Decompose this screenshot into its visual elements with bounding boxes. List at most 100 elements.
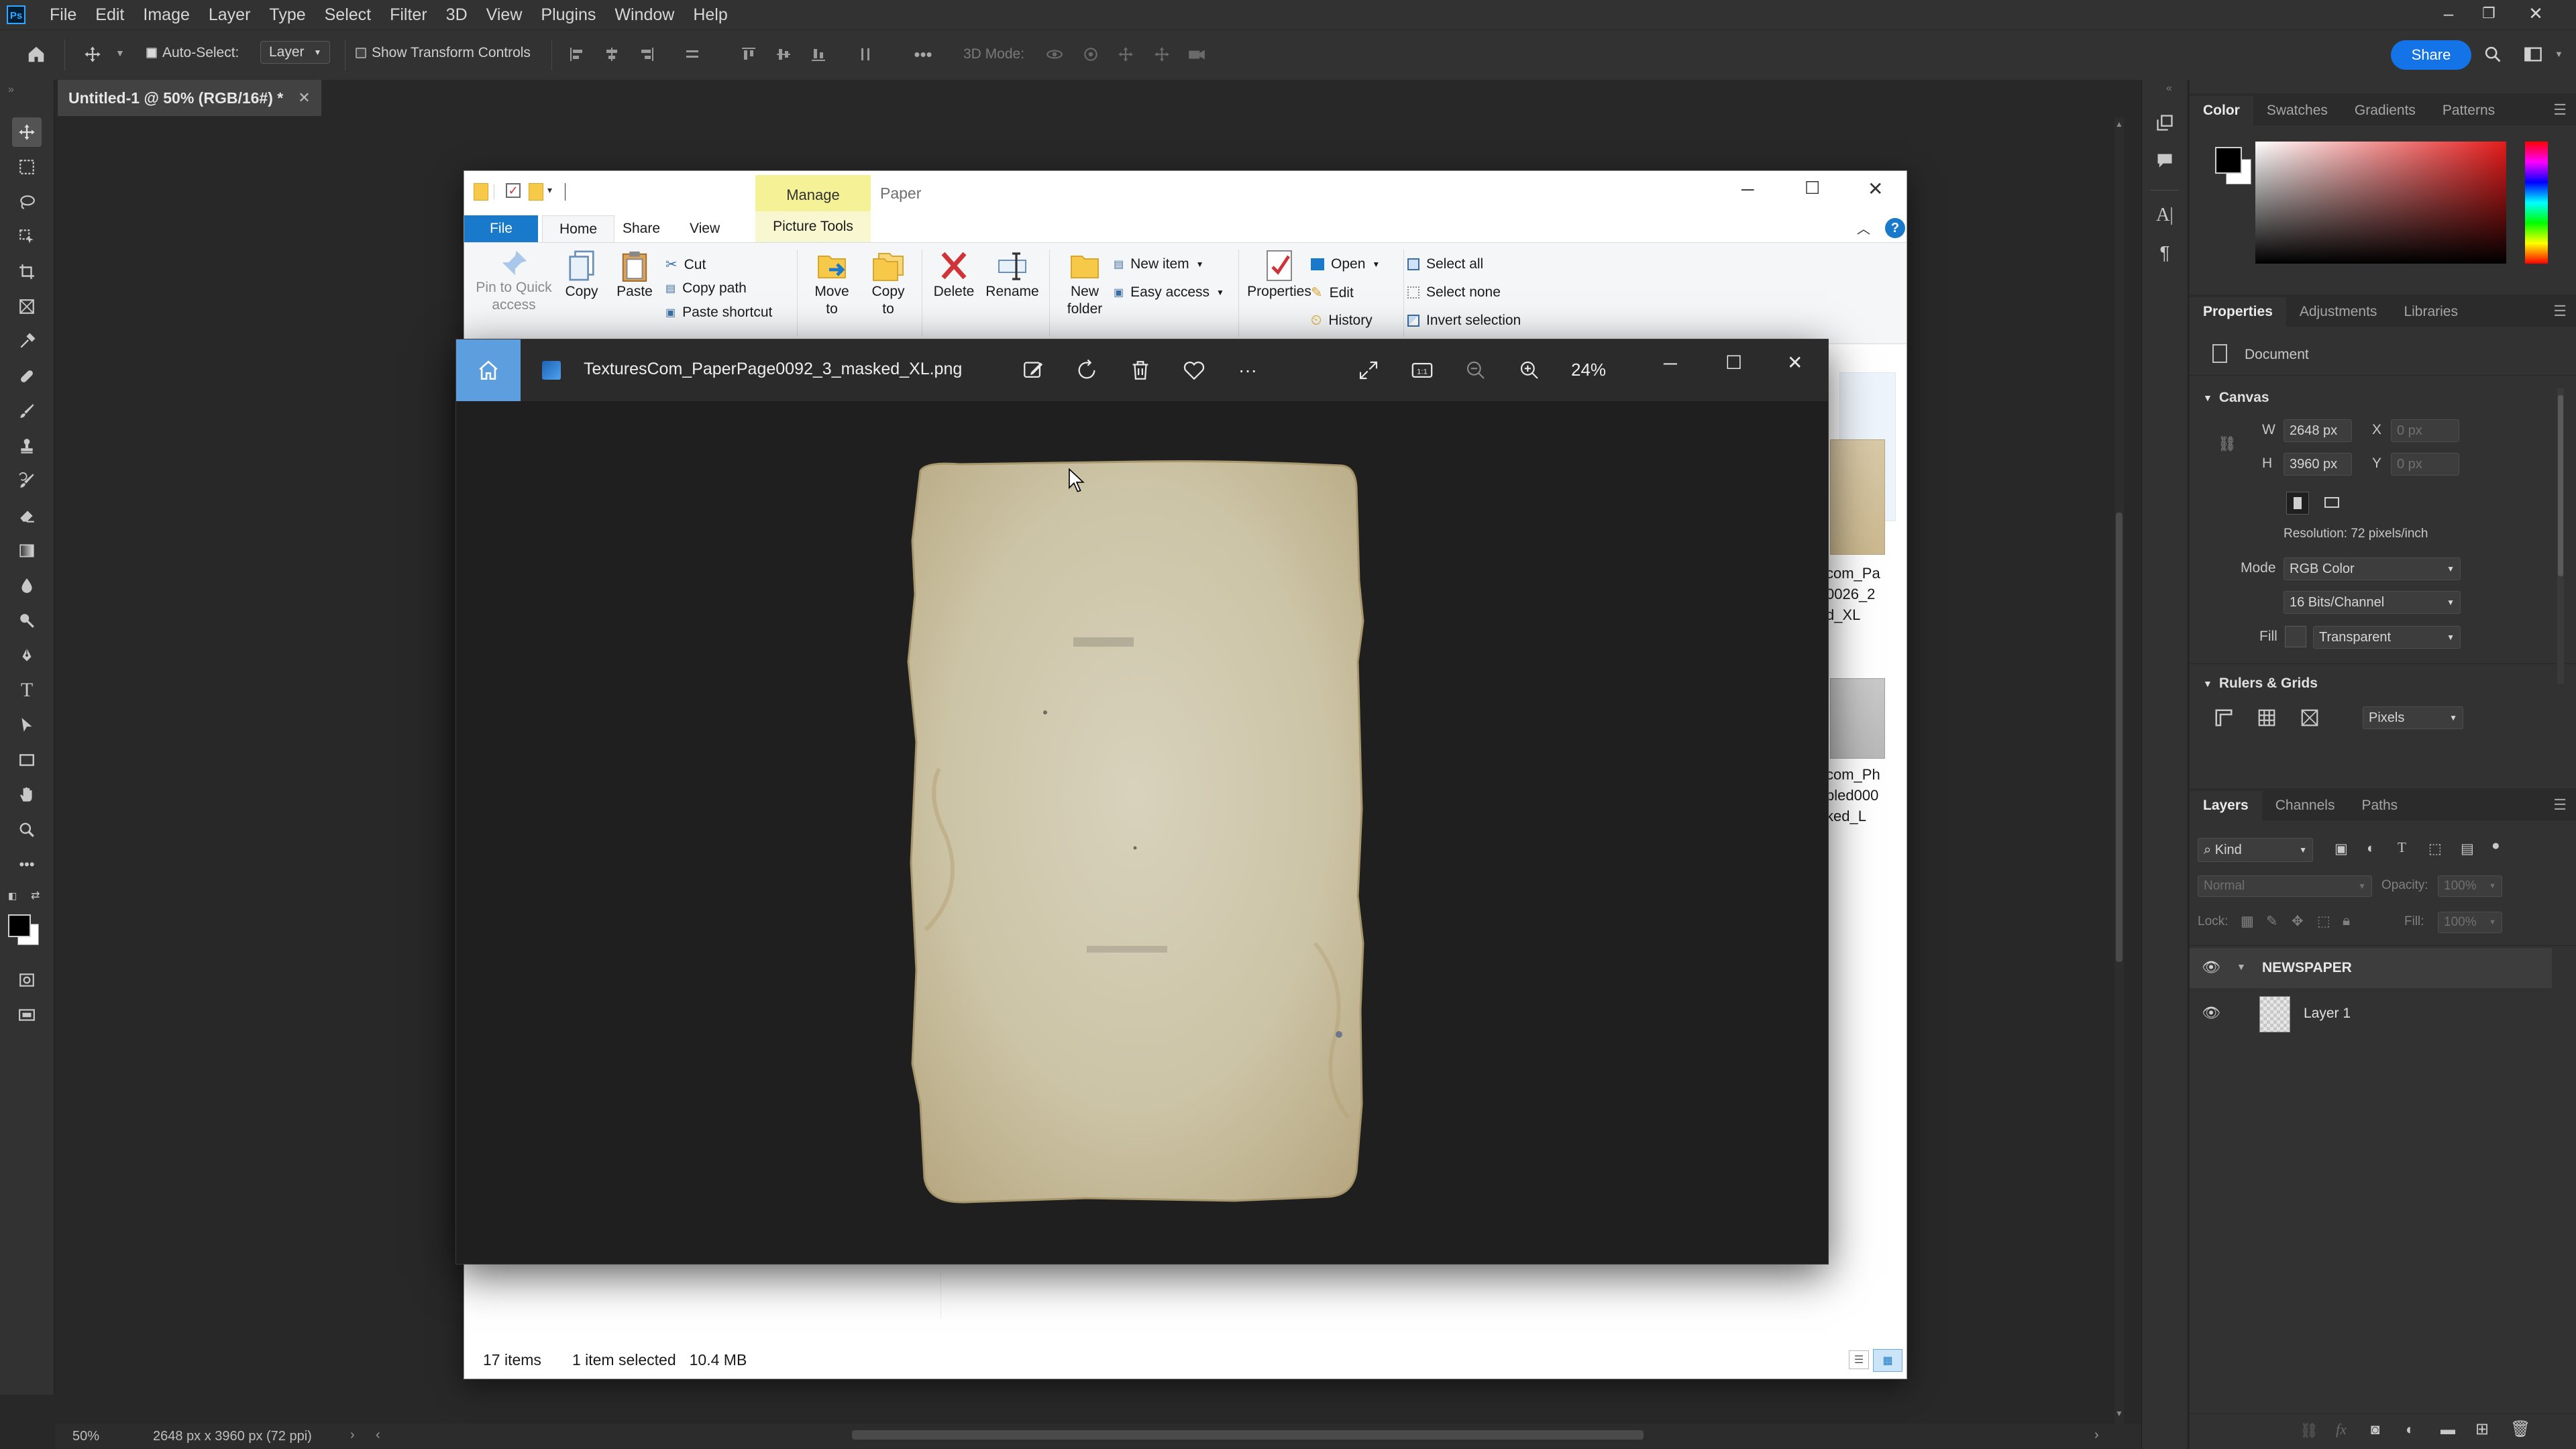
mode-dropdown[interactable]: RGB Color ▼ xyxy=(2284,557,2461,580)
file-item-label[interactable]: com_Ph bled000 ked_L xyxy=(1826,764,1880,826)
panel-menu-icon[interactable]: ☰ xyxy=(2553,303,2567,320)
dodge-tool-icon[interactable] xyxy=(12,606,42,635)
new-item-button[interactable]: ▤ New item ▼ xyxy=(1114,256,1204,272)
menu-window[interactable]: Window xyxy=(605,5,684,25)
open-button[interactable]: Open ▼ xyxy=(1311,256,1380,272)
menu-layer[interactable]: Layer xyxy=(199,5,260,25)
vertical-scroll-thumb[interactable] xyxy=(2116,513,2123,962)
tab-view[interactable]: View xyxy=(690,221,720,237)
collapse-icon[interactable]: « xyxy=(2166,83,2172,95)
rotate-icon[interactable] xyxy=(1073,357,1100,384)
collapse-icon[interactable]: » xyxy=(8,84,14,96)
filter-pixel-icon[interactable]: ▣ xyxy=(2334,841,2348,857)
tab-layers[interactable]: Layers xyxy=(2190,791,2262,820)
scroll-up-icon[interactable]: ▲ xyxy=(2115,119,2123,129)
eraser-tool-icon[interactable] xyxy=(12,501,42,531)
hue-slider[interactable] xyxy=(2525,142,2548,264)
file-thumbnail-photo[interactable] xyxy=(1830,678,1885,759)
edit-image-icon[interactable] xyxy=(1020,357,1046,384)
home-button[interactable] xyxy=(456,339,521,401)
delete-layer-icon[interactable]: 🗑︎ xyxy=(2510,1419,2530,1439)
tab-swatches[interactable]: Swatches xyxy=(2253,96,2341,125)
panel-menu-icon[interactable]: ☰ xyxy=(2553,101,2567,119)
home-icon[interactable] xyxy=(23,41,50,68)
rectangle-tool-icon[interactable] xyxy=(12,745,42,775)
move-tool-preset-icon[interactable] xyxy=(79,41,106,68)
tab-libraries[interactable]: Libraries xyxy=(2390,297,2471,327)
blur-tool-icon[interactable] xyxy=(12,571,42,600)
menu-plugins[interactable]: Plugins xyxy=(531,5,605,25)
healing-brush-tool-icon[interactable] xyxy=(12,362,42,391)
object-selection-tool-icon[interactable] xyxy=(12,222,42,252)
portrait-orientation-icon[interactable] xyxy=(2286,492,2309,515)
paste-shortcut-button[interactable]: ▣ Paste shortcut xyxy=(665,305,772,321)
large-icons-view-icon[interactable]: ▦ xyxy=(1873,1349,1902,1372)
quick-mask-icon[interactable] xyxy=(12,965,42,995)
canvas-height-field[interactable]: 3960 px xyxy=(2284,453,2352,476)
path-selection-tool-icon[interactable] xyxy=(12,710,42,740)
edit-toolbar-icon[interactable]: ••• xyxy=(12,850,42,879)
lock-position-icon[interactable]: ✥ xyxy=(2292,913,2304,930)
grid-icon[interactable] xyxy=(2257,708,2277,728)
tab-gradients[interactable]: Gradients xyxy=(2341,96,2429,125)
search-icon[interactable] xyxy=(2479,41,2506,68)
easy-access-button[interactable]: ▣ Easy access ▼ xyxy=(1114,284,1224,301)
tab-adjustments[interactable]: Adjustments xyxy=(2286,297,2391,327)
comments-icon[interactable] xyxy=(2151,147,2178,174)
close-tab-icon[interactable]: ✕ xyxy=(298,89,310,107)
menu-edit[interactable]: Edit xyxy=(86,5,133,25)
tab-channels[interactable]: Channels xyxy=(2262,791,2349,820)
properties-button[interactable]: Properties xyxy=(1242,248,1316,301)
link-icon[interactable]: ⛓ xyxy=(2218,435,2237,453)
align-top-icon[interactable] xyxy=(735,41,762,68)
rulers-grids-section-header[interactable]: ▼ Rulers & Grids xyxy=(2203,676,2318,692)
align-right-icon[interactable] xyxy=(633,41,660,68)
layer-row[interactable]: 👁︎ Layer 1 xyxy=(2190,989,2552,1038)
vertical-scrollbar[interactable]: ▲ ▼ xyxy=(2114,117,2124,1424)
full-screen-icon[interactable] xyxy=(1355,357,1382,384)
photos-maximize-button[interactable]: ☐ xyxy=(1725,352,1742,374)
ps-minimize-button[interactable]: – xyxy=(2428,0,2469,27)
swap-colors-icon[interactable]: ⇄ xyxy=(31,889,40,902)
paste-button[interactable]: Paste xyxy=(608,248,661,301)
lock-artboard-icon[interactable]: ⬚ xyxy=(2317,913,2330,930)
workspace-icon[interactable] xyxy=(2520,41,2546,68)
more-icon[interactable]: ··· xyxy=(1234,357,1261,384)
scroll-left-icon[interactable]: ‹ xyxy=(376,1428,380,1443)
menu-3d[interactable]: 3D xyxy=(437,5,477,25)
tab-home[interactable]: Home xyxy=(542,215,614,243)
auto-select-checkbox[interactable]: Auto-Select: xyxy=(146,45,239,61)
canvas-y-field[interactable]: 0 px xyxy=(2391,453,2459,476)
zoom-out-icon[interactable] xyxy=(1462,357,1489,384)
foreground-color-swatch[interactable] xyxy=(8,914,31,937)
share-button[interactable]: Share xyxy=(2391,40,2471,70)
add-mask-icon[interactable]: ◙ xyxy=(2371,1421,2379,1438)
edit-button[interactable]: ✎ Edit xyxy=(1311,284,1354,301)
distribute-icon[interactable] xyxy=(679,41,706,68)
canvas-section-header[interactable]: ▼ Canvas xyxy=(2203,390,2269,406)
crop-tool-icon[interactable] xyxy=(12,257,42,286)
move-tool-icon[interactable] xyxy=(12,117,42,147)
show-transform-check-box[interactable] xyxy=(356,48,366,58)
zoom-level[interactable]: 50% xyxy=(72,1429,99,1444)
filter-smart-object-icon[interactable]: ▤ xyxy=(2461,841,2474,857)
tab-share[interactable]: Share xyxy=(623,221,660,237)
align-left-icon[interactable] xyxy=(564,41,590,68)
visibility-eye-icon[interactable]: 👁︎ xyxy=(2202,1004,2220,1022)
properties-scrollbar[interactable] xyxy=(2557,388,2564,684)
fx-icon[interactable]: fx xyxy=(2336,1421,2347,1438)
select-none-button[interactable]: Select none xyxy=(1407,284,1501,301)
menu-filter[interactable]: Filter xyxy=(380,5,437,25)
more-options-icon[interactable]: ••• xyxy=(910,41,936,68)
delete-button[interactable]: Delete xyxy=(927,248,981,301)
ruler-icon[interactable] xyxy=(2214,708,2234,728)
adjustment-layer-icon[interactable]: ◐ xyxy=(2406,1421,2414,1438)
history-brush-tool-icon[interactable] xyxy=(12,466,42,496)
lock-all-icon[interactable]: 🔒︎ xyxy=(2343,913,2350,929)
ps-close-button[interactable]: ✕ xyxy=(2516,0,2556,27)
lock-transparent-icon[interactable]: ▦ xyxy=(2241,913,2254,930)
opacity-field[interactable]: 100% ▼ xyxy=(2438,875,2502,897)
menu-file[interactable]: File xyxy=(40,5,86,25)
clone-stamp-tool-icon[interactable] xyxy=(12,431,42,461)
zoom-tool-icon[interactable] xyxy=(12,815,42,845)
